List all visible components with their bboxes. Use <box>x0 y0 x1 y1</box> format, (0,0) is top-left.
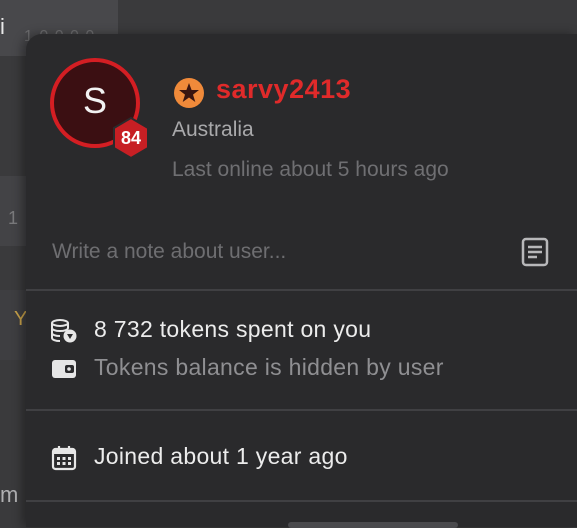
star-badge-icon <box>173 77 205 109</box>
country-label: Australia <box>172 118 254 142</box>
divider <box>26 409 577 411</box>
coins-stack-icon <box>50 318 78 344</box>
note-row <box>26 222 577 290</box>
tokens-balance-row: Tokens balance is hidden by user <box>50 352 530 386</box>
level-badge: 84 <box>109 116 153 160</box>
joined-text: Joined about 1 year ago <box>94 443 348 470</box>
last-online-status: Last online about 5 hours ago <box>172 158 449 182</box>
tokens-spent-row: 8 732 tokens spent on you <box>50 314 530 348</box>
wallet-icon <box>50 356 78 382</box>
divider <box>26 289 577 291</box>
tokens-spent-text: 8 732 tokens spent on you <box>94 316 371 343</box>
note-icon[interactable] <box>520 236 550 268</box>
username[interactable]: sarvy2413 <box>216 74 351 105</box>
calendar-icon <box>50 445 78 471</box>
background-partial-char: i <box>0 14 5 40</box>
joined-row: Joined about 1 year ago <box>50 441 450 475</box>
background-partial-bottom-text: m <box>0 482 18 508</box>
divider <box>26 500 577 502</box>
user-profile-popover: S 84 sarvy2413 Australia Last online abo… <box>26 34 577 527</box>
bottom-handle <box>288 522 458 528</box>
level-number: 84 <box>109 128 153 149</box>
background-partial-number: 1 <box>8 208 18 229</box>
tokens-balance-text: Tokens balance is hidden by user <box>94 354 444 381</box>
note-input[interactable] <box>50 236 494 268</box>
